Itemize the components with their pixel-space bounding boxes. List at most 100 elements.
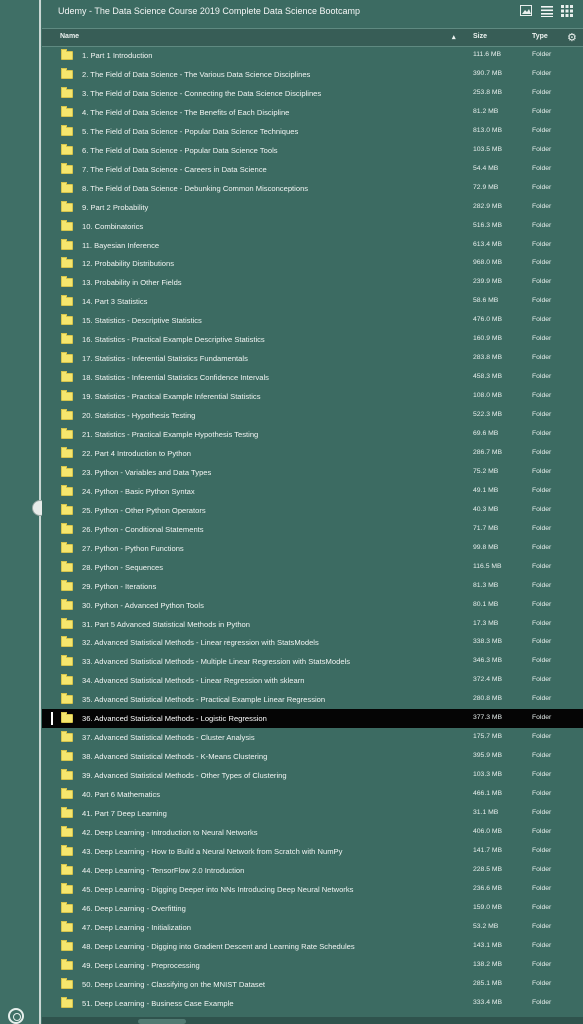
folder-icon (61, 541, 73, 553)
file-type: Folder (532, 960, 552, 968)
file-row[interactable]: 13. Probability in Other Fields 239.9 MB F… (42, 273, 583, 292)
file-row[interactable]: 32. Advanced Statistical Methods - Linea… (42, 633, 583, 652)
folder-icon (61, 428, 73, 439)
file-name: 20. Statistics - Hypothesis Testing (82, 411, 196, 421)
folder-icon (61, 769, 73, 781)
file-row[interactable]: 4. The Field of Data Science - The Benef… (42, 103, 583, 122)
file-row[interactable]: 24. Python - Basic Python Syntax 49.1 MB F… (42, 482, 583, 501)
folder-icon (61, 446, 73, 458)
file-row[interactable]: 46. Deep Learning - Overfitting 159.0 MB F… (42, 899, 583, 918)
file-row[interactable]: 20. Statistics - Hypothesis Testing 522.3… (42, 406, 583, 425)
folder-icon (61, 409, 73, 421)
file-row[interactable]: 45. Deep Learning - Digging Deeper into … (42, 880, 583, 899)
file-type: Folder (532, 467, 552, 475)
file-row[interactable]: 48. Deep Learning - Digging into Gradien… (42, 937, 583, 956)
scrollbar-thumb[interactable] (138, 1019, 186, 1024)
file-row[interactable]: 9. Part 2 Probability 282.9 MB Folder (42, 198, 583, 217)
file-row[interactable]: 40. Part 6 Mathematics 466.1 MB Folder (42, 785, 583, 804)
file-row[interactable]: 25. Python - Other Python Operators 40.3 … (42, 501, 583, 520)
file-size: 75.2 MB (473, 467, 499, 475)
file-row[interactable]: 21. Statistics - Practical Example Hypot… (42, 425, 583, 444)
file-row[interactable]: 23. Python - Variables and Data Types 75.… (42, 463, 583, 482)
file-size: 116.5 MB (473, 562, 502, 570)
gear-icon[interactable]: ⚙ (567, 31, 577, 44)
file-row[interactable]: 33. Advanced Statistical Methods - Multi… (42, 652, 583, 671)
file-row[interactable]: 3. The Field of Data Science - Connectin… (42, 84, 583, 103)
file-row[interactable]: 1. Part 1 Introduction 111.6 MB Folder (42, 46, 583, 65)
file-row[interactable]: 5. The Field of Data Science - Popular D… (42, 122, 583, 141)
file-row[interactable]: 44. Deep Learning - TensorFlow 2.0 Intro… (42, 861, 583, 880)
file-size: 49.1 MB (473, 486, 499, 494)
file-size: 143.1 MB (473, 941, 503, 949)
file-row[interactable]: 19. Statistics - Practical Example Infer… (42, 387, 583, 406)
column-type[interactable]: Type (532, 33, 548, 40)
file-name: 16. Statistics - Practical Example Descr… (82, 335, 265, 345)
file-row[interactable]: 36. Advanced Statistical Methods - Logis… (42, 709, 583, 729)
sort-ascending-icon[interactable]: ▴ (452, 33, 456, 41)
file-name: 6. The Field of Data Science - Popular D… (82, 145, 278, 155)
file-row[interactable]: 43. Deep Learning - How to Build a Neura… (42, 842, 583, 861)
file-row[interactable]: 41. Part 7 Deep Learning 31.1 MB Folder (42, 804, 583, 823)
file-type: Folder (532, 335, 552, 343)
file-size: 466.1 MB (473, 790, 503, 798)
list-view-icon[interactable] (540, 5, 554, 17)
file-size: 69.6 MB (473, 430, 499, 437)
file-row[interactable]: 27. Python - Python Functions 99.8 MB Fold… (42, 539, 583, 558)
file-row[interactable]: 17. Statistics - Inferential Statistics … (42, 349, 583, 368)
file-type: Folder (532, 524, 552, 532)
file-size: 103.5 MB (473, 145, 503, 153)
file-row[interactable]: 26. Python - Conditional Statements 71.7 … (42, 520, 583, 539)
grid-view-icon[interactable] (561, 5, 575, 17)
image-icon[interactable] (520, 5, 534, 17)
file-row[interactable]: 22. Part 4 Introduction to Python 286.7 M… (42, 444, 583, 463)
file-row[interactable]: 51. Deep Learning - Business Case Exampl… (42, 994, 583, 1013)
file-row[interactable]: 2. The Field of Data Science - The Vario… (42, 65, 583, 84)
file-row[interactable]: 34. Advanced Statistical Methods - Linea… (42, 671, 583, 690)
file-row[interactable]: 12. Probability Distributions 968.0 MB Fol… (42, 254, 583, 273)
folder-icon (61, 977, 73, 989)
file-row[interactable]: 31. Part 5 Advanced Statistical Methods … (42, 615, 583, 634)
column-size[interactable]: Size (473, 33, 487, 40)
file-type: Folder (532, 259, 552, 267)
file-size: 53.2 MB (473, 922, 499, 930)
file-row[interactable]: 37. Advanced Statistical Methods - Clust… (42, 728, 583, 747)
file-row[interactable]: 49. Deep Learning - Preprocessing 138.2 M… (42, 956, 583, 975)
file-name: 50. Deep Learning - Classifying on the M… (82, 979, 266, 989)
file-type: Folder (532, 562, 552, 570)
file-row[interactable]: 10. Combinatorics 516.3 MB Folder (42, 217, 583, 236)
column-name[interactable]: Name (60, 33, 79, 40)
folder-icon (61, 807, 73, 818)
file-type: Folder (532, 714, 552, 722)
file-row[interactable]: 7. The Field of Data Science - Careers i… (42, 160, 583, 179)
file-row[interactable]: 42. Deep Learning - Introduction to Neur… (42, 823, 583, 842)
file-row[interactable]: 47. Deep Learning - Initialization 53.2 M… (42, 918, 583, 937)
file-name: 36. Advanced Statistical Methods - Logis… (82, 714, 267, 724)
file-row[interactable]: 8. The Field of Data Science - Debunking… (42, 179, 583, 198)
file-name: 2. The Field of Data Science - The Vario… (82, 69, 311, 79)
file-row[interactable]: 38. Advanced Statistical Methods - K-Mea… (42, 747, 583, 766)
file-row[interactable]: 30. Python - Advanced Python Tools 80.1 M… (42, 596, 583, 615)
file-size: 81.3 MB (473, 581, 499, 589)
file-row[interactable]: 29. Python - Iterations 81.3 MB Folder (42, 577, 583, 596)
file-row[interactable]: 35. Advanced Statistical Methods - Pract… (42, 690, 583, 709)
folder-icon (61, 333, 73, 345)
file-row[interactable]: 50. Deep Learning - Classifying on the M… (42, 975, 583, 994)
file-row[interactable]: 6. The Field of Data Science - Popular D… (42, 141, 583, 160)
file-size: 283.8 MB (473, 354, 503, 362)
file-row[interactable]: 28. Python - Sequences 116.5 MB Folder (42, 558, 583, 577)
file-row[interactable]: 16. Statistics - Practical Example Descr… (42, 330, 583, 349)
file-row[interactable]: 11. Bayesian Inference 613.4 MB Folder (42, 236, 583, 255)
horizontal-scrollbar[interactable] (42, 1017, 583, 1024)
file-row[interactable]: 39. Advanced Statistical Methods - Other… (42, 766, 583, 785)
file-name: 27. Python - Python Functions (82, 543, 184, 553)
file-type: Folder (532, 183, 552, 191)
file-row[interactable]: 15. Statistics - Descriptive Statistics 4… (42, 311, 583, 330)
file-size: 282.9 MB (473, 202, 503, 210)
file-name: 38. Advanced Statistical Methods - K-Mea… (82, 752, 268, 762)
file-row[interactable]: 18. Statistics - Inferential Statistics … (42, 368, 583, 387)
file-size: 175.7 MB (473, 733, 503, 741)
file-name: 24. Python - Basic Python Syntax (82, 486, 195, 496)
file-size: 81.2 MB (473, 107, 499, 115)
file-type: Folder (532, 771, 552, 779)
file-row[interactable]: 14. Part 3 Statistics 58.6 MB Folder (42, 292, 583, 311)
